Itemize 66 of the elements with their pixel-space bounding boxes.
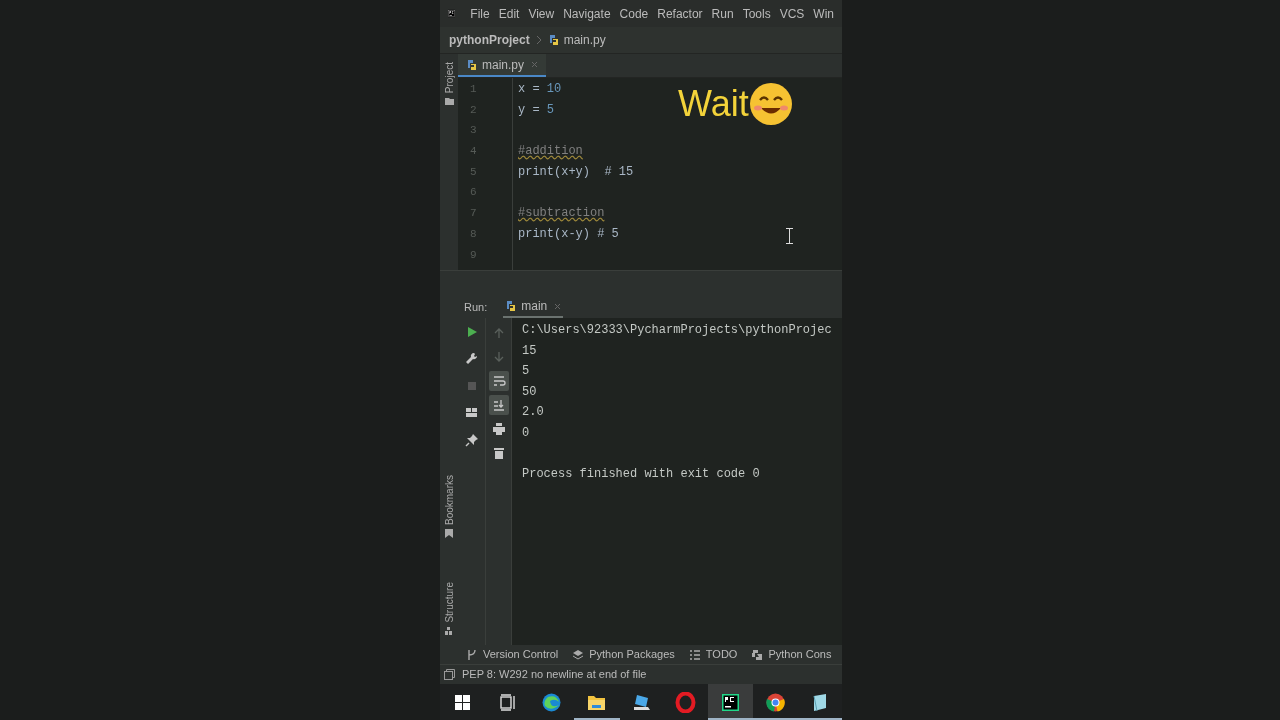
console-line: 50 — [522, 383, 537, 401]
menu-item[interactable]: Win — [813, 4, 834, 23]
console-line: Process finished with exit code 0 — [522, 466, 760, 484]
menu-item[interactable]: Tools — [742, 4, 771, 23]
taskbar-button[interactable] — [708, 684, 753, 720]
menu-item[interactable]: VCS — [779, 4, 805, 23]
ring-icon — [675, 691, 697, 713]
code-line: #addition — [518, 143, 583, 161]
status-message: PEP 8: W292 no newline at end of file — [462, 667, 647, 683]
round-browser-icon — [764, 691, 786, 713]
code-line: print(x-y) # 5 — [518, 225, 619, 243]
pin-button[interactable] — [463, 432, 480, 448]
chevron-right-icon — [535, 35, 542, 45]
console-line: 0 — [522, 424, 530, 442]
structure-icon — [445, 627, 453, 635]
close-icon — [554, 302, 562, 310]
python-icon — [751, 648, 764, 661]
menu-item[interactable]: Code — [619, 4, 649, 23]
code-line: y = 5 — [518, 101, 554, 119]
code-line: #subtraction — [518, 205, 605, 223]
text-cursor-icon — [786, 228, 793, 244]
console-line: 15 — [522, 342, 537, 360]
menu-item[interactable]: Navigate — [563, 4, 611, 23]
folder-icon — [444, 97, 454, 106]
menu-item[interactable]: Refactor — [657, 4, 703, 23]
pin-icon — [464, 433, 479, 447]
side-tool-tab[interactable]: Project — [441, 62, 457, 94]
panel-toggle-icon — [444, 669, 455, 680]
breadcrumb-item[interactable]: pythonProject — [449, 31, 530, 49]
overlay-caption: Wait — [678, 86, 749, 122]
tool-window-tab[interactable]: Python Packages — [572, 646, 675, 663]
trash-icon — [491, 446, 506, 460]
close-icon — [531, 61, 539, 68]
code-line: print(x+y) # 15 — [518, 163, 634, 181]
python-file-icon — [466, 58, 478, 71]
side-tool-tab[interactable]: Structure — [441, 582, 457, 623]
tool-window-tab[interactable]: TODO — [688, 646, 738, 663]
menu-item[interactable]: Run — [711, 4, 734, 23]
list-icon — [688, 648, 701, 661]
soft-wrap-button[interactable] — [488, 371, 509, 391]
panel-label: Run: — [464, 299, 488, 315]
python-file-icon — [547, 34, 560, 46]
wrench-icon — [464, 352, 479, 366]
scroll-to-end-button[interactable] — [488, 395, 509, 415]
tool-window-tab[interactable]: Version Control — [466, 646, 559, 663]
menu-item[interactable]: Edit — [498, 4, 520, 23]
browser-wave-icon — [541, 691, 563, 713]
menu-item[interactable]: View — [528, 4, 555, 23]
console-line: 2.0 — [522, 404, 544, 422]
breadcrumb-item[interactable]: main.py — [563, 31, 606, 49]
smiling-face-icon — [748, 82, 793, 126]
scroll-to-end-icon — [491, 398, 506, 412]
soft-wrap-icon — [491, 374, 506, 388]
editor-tab[interactable]: main.py — [458, 54, 547, 77]
console-line: C:\Users\92333\PycharmProjects\pythonProjec — [522, 322, 832, 339]
print-icon — [491, 422, 506, 436]
code-line: x = 10 — [518, 81, 562, 98]
menu-item[interactable]: File — [470, 4, 490, 23]
tool-window-tab[interactable]: Python Cons — [751, 646, 832, 663]
branch-icon — [466, 648, 478, 661]
layout-icon — [464, 406, 479, 420]
bookmark-icon — [445, 529, 453, 539]
layers-icon — [572, 648, 585, 661]
console-line: 5 — [522, 363, 530, 381]
side-tool-tab[interactable]: Bookmarks — [441, 475, 457, 526]
python-file-icon — [505, 300, 518, 312]
